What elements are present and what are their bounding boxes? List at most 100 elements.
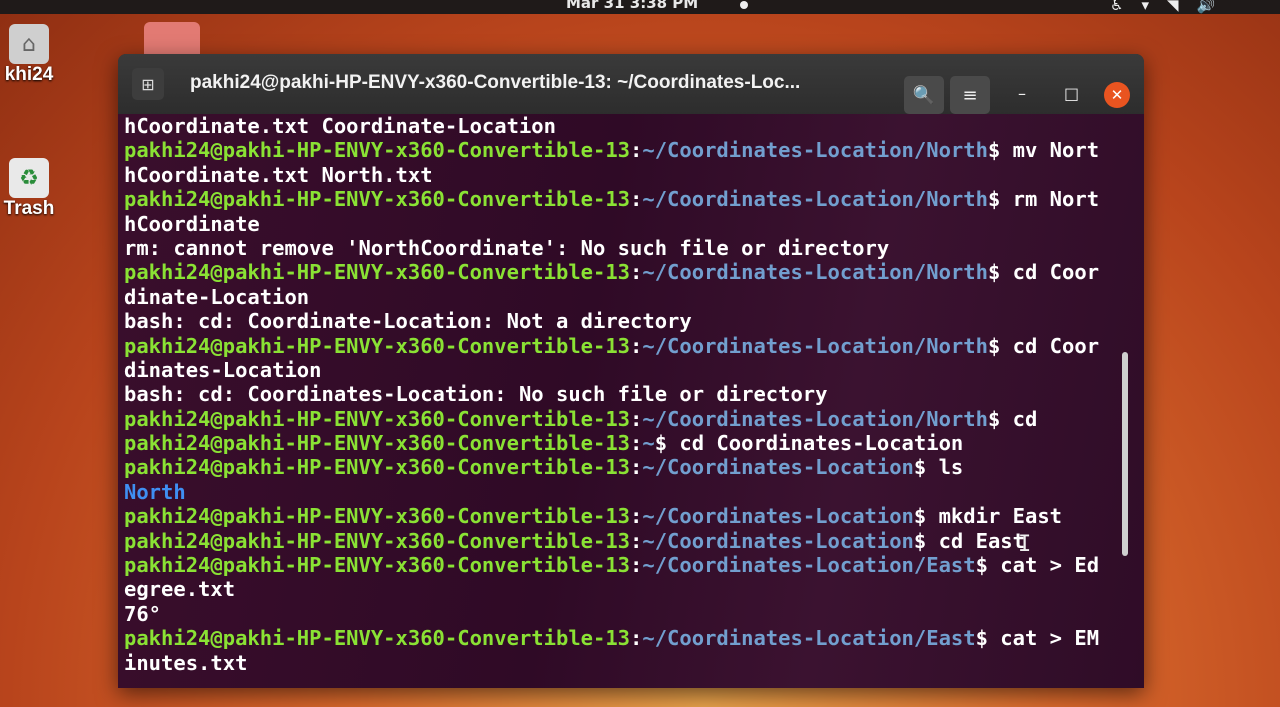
prompt-separator: : <box>630 431 643 456</box>
terminal-line: bash: cd: Coordinates-Location: No such … <box>124 382 1099 406</box>
title-bar[interactable]: ⊞ pakhi24@pakhi-HP-ENVY-x360-Convertible… <box>118 54 1144 114</box>
output-text: bash: cd: Coordinate-Location: Not a dir… <box>124 309 692 334</box>
prompt-path: ~/Coordinates-Location/North <box>642 260 988 285</box>
command-text: $ mv Nort <box>987 138 1100 163</box>
prompt-user: pakhi24@pakhi-HP-ENVY-x360-Convertible-1… <box>124 528 631 553</box>
terminal-line: pakhi24@pakhi-HP-ENVY-x360-Convertible-1… <box>124 260 1099 284</box>
volume-icon[interactable]: 🔊 <box>1197 0 1234 14</box>
terminal-line: dinate-Location <box>124 285 1099 309</box>
close-button[interactable]: ✕ <box>1104 82 1130 108</box>
prompt-separator: : <box>630 528 643 553</box>
terminal-line: pakhi24@pakhi-HP-ENVY-x360-Convertible-1… <box>124 504 1099 528</box>
clock[interactable]: Mar 31 3:38 PM <box>566 0 698 12</box>
command-text: $ cd Coor <box>987 333 1100 358</box>
terminal-line: hCoordinate.txt Coordinate-Location <box>124 114 1099 138</box>
command-text: $ cat > Ed <box>975 553 1100 578</box>
output-text: dinates-Location <box>124 357 322 382</box>
prompt-separator: : <box>630 260 643 285</box>
system-tray[interactable]: ♿▾◥🔊 <box>1110 0 1233 14</box>
top-panel: Mar 31 3:38 PM ♿▾◥🔊 <box>0 0 1280 14</box>
wifi-icon[interactable]: ◥ <box>1167 0 1197 14</box>
terminal-line: pakhi24@pakhi-HP-ENVY-x360-Convertible-1… <box>124 553 1099 577</box>
terminal-line: hCoordinate <box>124 212 1099 236</box>
prompt-user: pakhi24@pakhi-HP-ENVY-x360-Convertible-1… <box>124 333 631 358</box>
terminal-line: pakhi24@pakhi-HP-ENVY-x360-Convertible-1… <box>124 626 1099 650</box>
command-text: $ rm Nort <box>987 187 1100 212</box>
output-text: hCoordinate.txt Coordinate-Location <box>124 114 556 138</box>
terminal-line: pakhi24@pakhi-HP-ENVY-x360-Convertible-1… <box>124 138 1099 162</box>
prompt-path: ~ <box>642 431 655 456</box>
prompt-user: pakhi24@pakhi-HP-ENVY-x360-Convertible-1… <box>124 431 631 456</box>
prompt-separator: : <box>630 455 643 480</box>
prompt-separator: : <box>630 138 643 163</box>
prompt-user: pakhi24@pakhi-HP-ENVY-x360-Convertible-1… <box>124 406 631 431</box>
hamburger-menu-icon: ≡ <box>962 84 978 106</box>
home-folder-icon: ⌂ <box>9 24 49 64</box>
desktop-trash[interactable]: ♻ Trash <box>0 158 64 220</box>
desktop-folder-icon[interactable] <box>144 22 200 56</box>
terminal-line: pakhi24@pakhi-HP-ENVY-x360-Convertible-1… <box>124 529 1099 553</box>
prompt-path: ~/Coordinates-Location/East <box>642 553 976 578</box>
terminal-line: pakhi24@pakhi-HP-ENVY-x360-Convertible-1… <box>124 431 1099 455</box>
output-text: bash: cd: Coordinates-Location: No such … <box>124 382 828 407</box>
terminal-lines: hCoordinate.txt Coordinate-Location pakhi… <box>124 114 1099 675</box>
terminal-line: hCoordinate.txt North.txt <box>124 163 1099 187</box>
prompt-path: ~/Coordinates-Location/North <box>642 406 988 431</box>
text-cursor-icon: I <box>1018 532 1032 557</box>
prompt-path: ~/Coordinates-Location <box>642 455 914 480</box>
prompt-path: ~/Coordinates-Location/North <box>642 138 988 163</box>
prompt-separator: : <box>630 406 643 431</box>
prompt-path: ~/Coordinates-Location <box>642 528 914 553</box>
prompt-separator: : <box>630 553 643 578</box>
terminal-line: pakhi24@pakhi-HP-ENVY-x360-Convertible-1… <box>124 187 1099 211</box>
search-button[interactable]: 🔍 <box>904 76 944 114</box>
output-text: inutes.txt <box>124 650 248 675</box>
maximize-button[interactable]: □ <box>1064 84 1079 103</box>
terminal-line: pakhi24@pakhi-HP-ENVY-x360-Convertible-1… <box>124 407 1099 431</box>
terminal-line: pakhi24@pakhi-HP-ENVY-x360-Convertible-1… <box>124 334 1099 358</box>
notification-dot <box>740 1 748 9</box>
search-icon: 🔍 <box>912 84 936 106</box>
terminal-line: pakhi24@pakhi-HP-ENVY-x360-Convertible-1… <box>124 455 1099 479</box>
command-text: $ cd East <box>913 528 1025 553</box>
command-text: $ cd Coordinates-Location <box>654 431 964 456</box>
desktop-home-folder[interactable]: ⌂ khi24 <box>0 24 64 86</box>
close-icon: ✕ <box>1110 86 1124 104</box>
terminal-window[interactable]: ⊞ pakhi24@pakhi-HP-ENVY-x360-Convertible… <box>118 54 1144 688</box>
prompt-user: pakhi24@pakhi-HP-ENVY-x360-Convertible-1… <box>124 504 631 529</box>
terminal-line: 76° <box>124 602 1099 626</box>
accessibility-icon[interactable]: ♿ <box>1110 0 1141 14</box>
prompt-user: pakhi24@pakhi-HP-ENVY-x360-Convertible-1… <box>124 455 631 480</box>
prompt-user: pakhi24@pakhi-HP-ENVY-x360-Convertible-1… <box>124 626 631 651</box>
prompt-separator: : <box>630 504 643 529</box>
command-text: $ mkdir East <box>913 504 1063 529</box>
output-text: hCoordinate.txt North.txt <box>124 162 433 187</box>
command-text: $ cd <box>987 406 1038 431</box>
command-text: $ cd Coor <box>987 260 1100 285</box>
output-text: hCoordinate <box>124 211 260 236</box>
command-text: $ ls <box>913 455 964 480</box>
command-text: $ cat > EM <box>975 626 1100 651</box>
trash-label: Trash <box>3 198 55 219</box>
output-text: egree.txt <box>124 577 236 602</box>
new-tab-icon[interactable]: ⊞ <box>132 68 164 100</box>
terminal-output[interactable]: hCoordinate.txt Coordinate-Location pakhi… <box>118 114 1144 688</box>
output-text: rm: cannot remove 'NorthCoordinate': No … <box>124 235 890 260</box>
terminal-line: egree.txt <box>124 577 1099 601</box>
terminal-line: bash: cd: Coordinate-Location: Not a dir… <box>124 309 1099 333</box>
prompt-path: ~/Coordinates-Location/North <box>642 187 988 212</box>
terminal-line: dinates-Location <box>124 358 1099 382</box>
prompt-user: pakhi24@pakhi-HP-ENVY-x360-Convertible-1… <box>124 138 631 163</box>
home-folder-label: khi24 <box>4 64 54 85</box>
prompt-path: ~/Coordinates-Location/North <box>642 333 988 358</box>
scrollbar[interactable] <box>1122 352 1128 556</box>
chevron-down-icon[interactable]: ▾ <box>1141 0 1167 14</box>
prompt-user: pakhi24@pakhi-HP-ENVY-x360-Convertible-1… <box>124 187 631 212</box>
terminal-line: rm: cannot remove 'NorthCoordinate': No … <box>124 236 1099 260</box>
menu-button[interactable]: ≡ <box>950 76 990 114</box>
minimize-button[interactable]: – <box>1018 84 1026 103</box>
terminal-line: North <box>124 480 1099 504</box>
output-text: 76° <box>124 601 162 626</box>
window-title: pakhi24@pakhi-HP-ENVY-x360-Convertible-1… <box>190 72 801 93</box>
prompt-path: ~/Coordinates-Location/East <box>642 626 976 651</box>
